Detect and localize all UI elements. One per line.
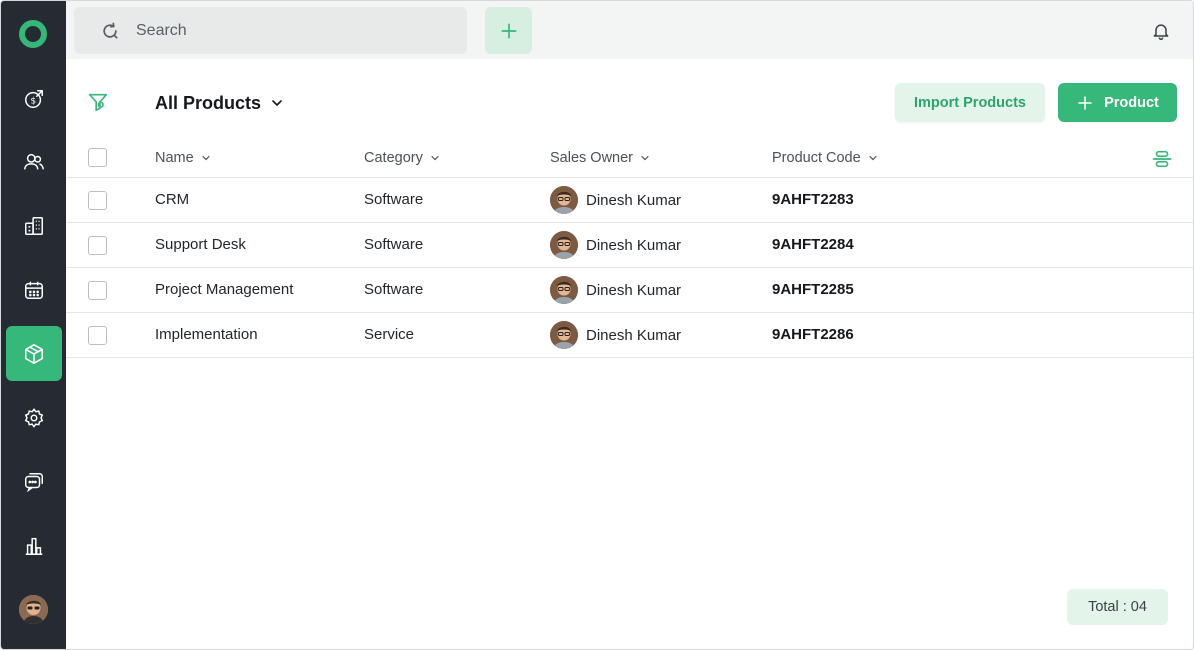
row-checkbox[interactable] [88,236,107,255]
chevron-down-icon [869,155,877,161]
cell-name[interactable]: CRM [155,191,189,208]
sidebar-item-settings[interactable] [6,390,62,445]
sidebar-item-reports[interactable] [6,518,62,573]
bell-icon[interactable] [1151,21,1171,41]
user-avatar-image [19,595,48,624]
sidebar-item-products[interactable] [6,326,62,381]
sidebar-item-deals[interactable]: $ [6,71,62,126]
sidebar-item-contacts[interactable] [6,134,62,189]
chevron-down-icon [272,100,282,106]
cell-sales-owner: Dinesh Kumar [550,231,681,259]
chevron-down-icon [641,155,649,161]
column-header-category[interactable]: Category [364,150,441,166]
page-title: All Products [155,92,262,113]
cell-category: Software [364,236,424,253]
row-checkbox[interactable] [88,281,107,300]
cell-product-code: 9AHFT2283 [772,191,854,208]
row-checkbox[interactable] [88,326,107,345]
cell-name[interactable]: Support Desk [155,236,246,253]
deals-icon: $ [25,89,43,108]
calendar-icon [25,281,43,299]
reports-icon [25,537,43,555]
search-box[interactable] [74,7,467,54]
top-bar [66,1,1193,59]
total-count-badge: Total : 04 [1067,589,1168,625]
products-icon [24,343,44,364]
add-product-label: Product [1104,94,1159,111]
table-row[interactable]: Support Desk Software Dinesh Kumar 9AHFT… [66,223,1193,268]
companies-icon [25,216,43,235]
search-icon [103,22,118,39]
table-row[interactable]: CRM Software Dinesh Kumar 9AHFT2283 [66,178,1193,223]
avatar [550,231,578,259]
cell-product-code: 9AHFT2286 [772,326,854,343]
column-header-product-code[interactable]: Product Code [772,150,879,166]
sidebar-item-companies[interactable] [6,198,62,253]
contacts-icon [24,153,44,169]
chevron-down-icon [431,155,439,161]
avatar [550,276,578,304]
sidebar: $ [1,1,66,649]
plus-icon [501,23,516,39]
app-logo[interactable] [19,20,47,48]
chat-icon [25,472,43,492]
add-product-button[interactable]: Product [1058,83,1177,122]
row-checkbox[interactable] [88,191,107,210]
cell-product-code: 9AHFT2284 [772,236,854,253]
user-avatar[interactable] [19,595,48,624]
sidebar-item-chat[interactable] [6,454,62,509]
table-row[interactable]: Implementation Service Dinesh Kumar 9AHF… [66,313,1193,358]
products-table: Name Category Sales Owner Product Code C… [66,137,1193,358]
cell-category: Service [364,326,415,343]
chevron-down-icon [202,155,210,161]
cell-sales-owner: Dinesh Kumar [550,186,681,214]
table-header: Name Category Sales Owner Product Code [66,137,1193,178]
cell-category: Software [364,191,424,208]
app-window: $ Search All Products Import Products Pr… [0,0,1194,650]
view-selector[interactable]: All Products [155,91,285,115]
cell-name[interactable]: Project Management [155,281,293,298]
cell-product-code: 9AHFT2285 [772,281,854,298]
cell-sales-owner: Dinesh Kumar [550,276,681,304]
search-input[interactable] [136,17,436,45]
sidebar-item-calendar[interactable] [6,262,62,317]
column-header-sales-owner[interactable]: Sales Owner [550,150,651,166]
import-products-button[interactable]: Import Products [895,83,1045,122]
avatar [550,321,578,349]
cell-name[interactable]: Implementation [155,326,258,343]
filter-icon[interactable] [87,91,109,113]
avatar [550,186,578,214]
plus-icon [1078,95,1092,110]
cell-sales-owner: Dinesh Kumar [550,321,681,349]
settings-icon [24,407,44,428]
select-all-checkbox[interactable] [88,148,107,167]
quick-add-button[interactable] [485,7,532,54]
cell-category: Software [364,281,424,298]
svg-text:$: $ [30,95,36,106]
column-settings-icon[interactable] [1151,148,1173,170]
column-header-name[interactable]: Name [155,150,212,166]
table-row[interactable]: Project Management Software Dinesh Kumar… [66,268,1193,313]
